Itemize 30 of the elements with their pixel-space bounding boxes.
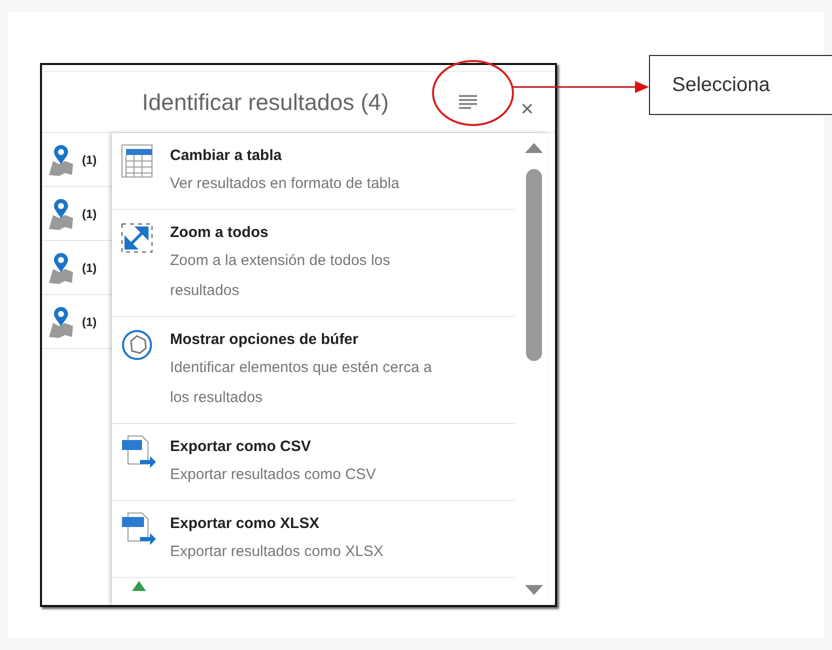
menu-item-title: Cambiar a tabla (170, 146, 283, 166)
menu-item-description: Exportar resultados como XLSX (170, 542, 384, 562)
menu-item-title: Zoom a todos (170, 223, 270, 243)
menu-item-title: Exportar como CSV (170, 437, 312, 457)
result-count: (1) (82, 314, 97, 328)
result-count: (1) (82, 260, 97, 274)
menu-item[interactable]: Mostrar opciones de búfer Identificar elementos que estén cerca a los resultados (112, 317, 515, 424)
menu-item[interactable]: Exportar como XLSX Exportar resultados como XLSX (112, 501, 515, 578)
menu-item[interactable]: Exportar como CSV Exportar resultados como CSV (112, 424, 515, 501)
map-pin-icon (48, 252, 74, 284)
result-count: (1) (82, 206, 97, 220)
menu-icon (458, 95, 477, 109)
menu-item-description: Ver resultados en formato de tabla (170, 174, 400, 194)
close-button[interactable]: × (520, 101, 534, 117)
menu-item-title: Mostrar opciones de búfer (170, 330, 360, 350)
map-pin-icon (48, 144, 74, 176)
map-pin-icon (48, 306, 74, 338)
menu-item[interactable]: Zoom a todos Zoom a la extensión de todos los resultados (112, 210, 515, 317)
menu-item-description: Zoom a la extensión de todos los resultados (170, 251, 392, 301)
partial-icon (132, 581, 146, 591)
map-pin-icon (48, 198, 74, 230)
callout-label: Selecciona (649, 55, 832, 115)
result-count: (1) (82, 152, 97, 166)
menu-item-title: Exportar como XLSX (170, 514, 320, 534)
export-file-icon (120, 434, 156, 470)
menu-item[interactable]: Cambiar a tabla Ver resultados en formato de tabla (112, 133, 515, 210)
menu-item-description: Identificar elementos que estén cerca a los resultados (170, 358, 433, 408)
menu-item-description: Exportar resultados como CSV (170, 465, 377, 485)
panel-title: Identificar resultados (4) (142, 88, 389, 116)
export-file-icon (120, 511, 156, 547)
